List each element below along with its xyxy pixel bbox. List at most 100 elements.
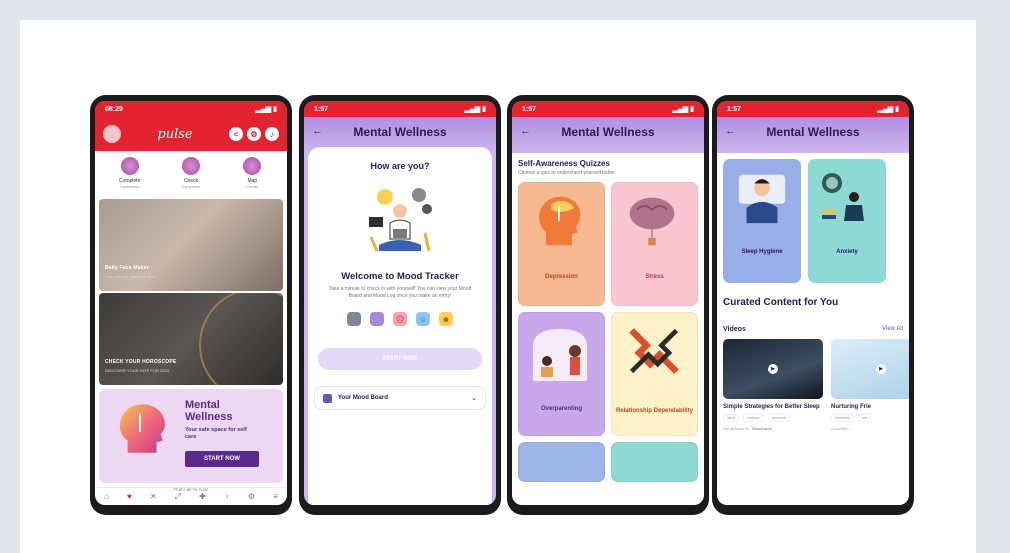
quiz-depression[interactable]: Depression [518, 182, 605, 306]
view-all-link[interactable]: View All [882, 326, 903, 333]
video-tag[interactable]: friendship [831, 414, 855, 422]
quiz-stress[interactable]: Stress [611, 182, 698, 306]
notification-icon[interactable]: ♪ [265, 127, 279, 141]
quiz-card-more[interactable] [611, 442, 698, 482]
video-excerpt: We all know h... [723, 426, 752, 431]
play-icon[interactable]: ▶ [876, 364, 886, 374]
topic-tiles: Sleep Hygiene Anxiety [717, 153, 909, 289]
bottom-nav: ⌂ ♥ ✕ ⤢ ✚ ♁ ⚙ ≡ [95, 487, 287, 505]
status-bar: 1:57 ▂▄▆ ▮ [512, 101, 704, 117]
mood-okay-icon[interactable]: ☺ [416, 312, 430, 326]
video-tag[interactable]: wel [858, 414, 872, 422]
quiz-label: Relationship Dependability [615, 408, 693, 414]
anxious-person-icon [822, 173, 864, 221]
signal-icon: ▂▄▆ ▮ [464, 106, 486, 113]
phone-mood-tracker: 1:57 ▂▄▆ ▮ ← Mental Wellness How are you? [299, 95, 501, 515]
expand-icon[interactable]: ⤢ [175, 492, 181, 502]
quick-actions: Complete Dashboard Check Symptoms Map Cente… [95, 151, 287, 199]
section-subtitle: Choose a quiz to understand yourself bet… [518, 170, 617, 176]
banner-title: CHECK YOUR HOROSCOPE [105, 359, 177, 365]
app-logo: pulse [157, 126, 193, 142]
videos-header: Videos View All [717, 308, 909, 333]
tile-label: Anxiety [836, 249, 858, 255]
curated-screen: 1:57 ▂▄▆ ▮ ← Mental Wellness Sleep Hygien… [717, 101, 909, 505]
quick-action-map[interactable]: Map Center [227, 157, 277, 195]
crosshair-icon[interactable]: ✕ [150, 492, 157, 501]
status-time: 08:29 [105, 105, 123, 113]
banner-title: Baby Face Maker [105, 265, 149, 271]
avatar[interactable] [103, 125, 121, 143]
share-icon[interactable]: < [229, 127, 243, 141]
video-card[interactable]: ▶ Nurturing Frie friendship wel Good fri… [831, 339, 909, 431]
meditation-illustration-icon [369, 188, 432, 252]
quiz-label: Overparenting [540, 406, 582, 412]
signal-icon: ▂▄▆ ▮ [255, 106, 277, 113]
brain-balloon-icon [629, 197, 675, 246]
app-header: pulse < ⚙ ♪ [95, 117, 287, 151]
screen-title: Mental Wellness [353, 125, 447, 139]
video-tag[interactable]: sleep [723, 414, 740, 422]
screen-header: 1:57 ▂▄▆ ▮ ← Mental Wellness [512, 101, 704, 153]
mood-selector: ☹ ☺ ☻ [308, 312, 492, 326]
signal-icon: ▂▄▆ ▮ [672, 106, 694, 113]
heart-icon[interactable]: ♥ [127, 492, 132, 501]
read-more-link[interactable]: Read more [752, 426, 772, 431]
home-icon[interactable]: ⌂ [104, 492, 109, 501]
quiz-card-more[interactable] [518, 442, 605, 482]
start-now-button[interactable]: START NOW [318, 348, 482, 370]
video-thumbnail[interactable]: ▶ [831, 339, 909, 399]
status-bar: 1:57 ▂▄▆ ▮ [304, 101, 496, 117]
settings-icon[interactable]: ⚙ [247, 127, 261, 141]
mood-board-dropdown[interactable]: Your Mood Board ⌄ [314, 386, 486, 410]
play-icon[interactable]: ▶ [768, 364, 778, 374]
quizzes-screen: 1:57 ▂▄▆ ▮ ← Mental Wellness Self-Awarene… [512, 101, 704, 505]
mental-wellness-subtitle: Your safe space for self care [185, 427, 247, 440]
curated-heading: Curated Content for You [723, 297, 839, 308]
mood-calm-icon[interactable] [370, 312, 384, 326]
video-title: Simple Strategies for Better Sleep [723, 404, 820, 410]
showcase-card: 08:29 ▂▄▆ ▮ pulse < ⚙ ♪ Complete Dashboard… [20, 20, 976, 553]
quick-action-sub: Center [246, 184, 259, 189]
signal-icon: ▂▄▆ ▮ [877, 106, 899, 113]
quiz-overparenting[interactable]: Overparenting [518, 312, 605, 436]
mood-neutral-icon[interactable] [347, 312, 361, 326]
start-now-button[interactable]: START NOW [185, 451, 259, 467]
status-bar: 08:29 ▂▄▆ ▮ [95, 101, 287, 117]
quiz-relationship[interactable]: Relationship Dependability [611, 312, 698, 436]
shield-icon [323, 393, 332, 403]
medical-icon[interactable]: ✚ [199, 492, 206, 501]
title-line-1: Mental [185, 399, 220, 411]
quick-action-complete[interactable]: Complete Dashboard [105, 157, 155, 195]
menu-icon[interactable]: ≡ [273, 492, 278, 501]
video-card[interactable]: ▶ Simple Strategies for Better Sleep sle… [723, 339, 823, 431]
section-title: Self-Awareness Quizzes [518, 159, 610, 168]
video-title: Nurturing Frie [831, 404, 871, 410]
flask-icon[interactable]: ♁ [224, 492, 230, 501]
tile-sleep-hygiene[interactable]: Sleep Hygiene [723, 159, 801, 283]
video-thumbnail[interactable]: ▶ [723, 339, 823, 399]
screen-title: Mental Wellness [561, 125, 655, 139]
phone-quizzes: 1:57 ▂▄▆ ▮ ← Mental Wellness Self-Awarene… [507, 95, 709, 515]
map-icon [243, 157, 262, 175]
welcome-heading: Welcome to Mood Tracker [341, 271, 459, 282]
title-line-2: Wellness [185, 411, 233, 423]
video-excerpt: Good frie... [831, 426, 851, 431]
mood-sad-icon[interactable]: ☹ [393, 312, 407, 326]
screen-title: Mental Wellness [766, 125, 860, 139]
quick-action-check[interactable]: Check Symptoms [166, 157, 216, 195]
screen-header: 1:57 ▂▄▆ ▮ ← Mental Wellness [304, 101, 496, 153]
tile-anxiety[interactable]: Anxiety [808, 159, 886, 283]
gear-icon[interactable]: ⚙ [248, 492, 255, 501]
status-time: 1:57 [522, 105, 537, 113]
quiz-label: Depression [545, 274, 578, 280]
status-bar: 1:57 ▂▄▆ ▮ [717, 101, 909, 117]
horoscope-banner[interactable]: CHECK YOUR HOROSCOPE DISCOVER YOUR FATE … [99, 293, 283, 385]
puzzle-hands-icon [629, 328, 679, 374]
quiz-grid: Depression Stress Overparenting Relation… [512, 176, 704, 488]
video-tag[interactable]: sleepwell [767, 414, 791, 422]
chevron-down-icon: ⌄ [471, 395, 477, 402]
mood-happy-icon[interactable]: ☻ [439, 312, 453, 326]
mental-wellness-card[interactable]: Mental Wellness Your safe space for self … [99, 389, 283, 483]
video-tag[interactable]: selfcare [743, 414, 764, 422]
baby-face-banner[interactable]: Baby Face Maker How will your baby look … [99, 199, 283, 291]
